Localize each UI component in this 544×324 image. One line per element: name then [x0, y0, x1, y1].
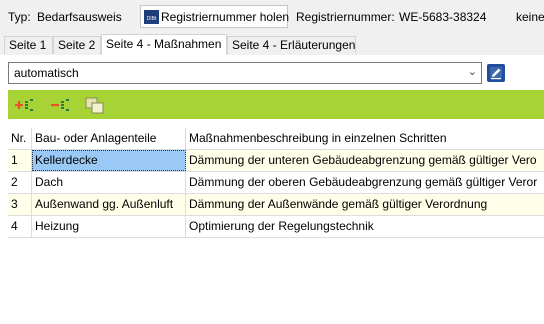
part-cell[interactable]: Dach	[32, 172, 186, 193]
tab-content: automatisch ⌄ Nr. Bau- oder Anlagenteile…	[0, 55, 544, 324]
tab-seite-4-erlaeuterungen[interactable]: Seite 4 - Erläuterungen	[227, 36, 356, 54]
header-bar: Typ: Bedarfsausweis DIBt Registriernumme…	[0, 0, 544, 34]
mode-select-value: automatisch	[14, 66, 79, 80]
row-number[interactable]: 2	[8, 172, 32, 193]
type-label: Typ:	[8, 10, 31, 24]
register-number-value: WE-5683-38324	[399, 10, 487, 24]
part-cell[interactable]: Kellerdecke	[32, 150, 186, 171]
description-cell[interactable]: Dämmung der unteren Gebäudeabgrenzung ge…	[186, 150, 544, 171]
row-number[interactable]: 1	[8, 150, 32, 171]
table-row[interactable]: 2 Dach Dämmung der oberen Gebäudeabgrenz…	[8, 172, 544, 194]
part-cell[interactable]: Heizung	[32, 216, 186, 237]
tab-seite-1[interactable]: Seite 1	[4, 36, 53, 54]
remove-row-icon[interactable]	[50, 96, 72, 114]
measures-table: Nr. Bau- oder Anlagenteile Maßnahmenbesc…	[8, 128, 544, 238]
description-cell[interactable]: Dämmung der Außenwände gemäß gültiger Ve…	[186, 194, 544, 215]
trailing-text: keine	[516, 10, 544, 24]
register-number-button[interactable]: DIBt Registriernummer holen	[140, 5, 290, 28]
column-header-description[interactable]: Maßnahmenbeschreibung in einzelnen Schri…	[186, 128, 544, 149]
part-cell[interactable]: Außenwand gg. Außenluft	[32, 194, 186, 215]
add-row-icon[interactable]	[14, 96, 36, 114]
table-row[interactable]: 3 Außenwand gg. Außenluft Dämmung der Au…	[8, 194, 544, 216]
type-value: Bedarfsausweis	[37, 10, 122, 24]
tab-seite-2[interactable]: Seite 2	[53, 36, 101, 54]
copy-icon[interactable]	[84, 96, 106, 114]
row-toolbar	[8, 90, 544, 119]
pencil-icon[interactable]	[487, 64, 505, 82]
column-header-part[interactable]: Bau- oder Anlagenteile	[32, 128, 186, 149]
mode-select[interactable]: automatisch ⌄	[8, 62, 482, 84]
table-row[interactable]: 4 Heizung Optimierung der Regelungstechn…	[8, 216, 544, 238]
tab-seite-4-massnahmen[interactable]: Seite 4 - Maßnahmen	[101, 34, 227, 56]
description-cell[interactable]: Optimierung der Regelungstechnik	[186, 216, 544, 237]
register-number-label: Registriernummer:	[296, 10, 395, 24]
description-cell[interactable]: Dämmung der oberen Gebäudeabgrenzung gem…	[186, 172, 544, 193]
dibt-logo-icon: DIBt	[144, 10, 159, 24]
row-number[interactable]: 3	[8, 194, 32, 215]
table-row[interactable]: 1 Kellerdecke Dämmung der unteren Gebäud…	[8, 150, 544, 172]
column-header-nr[interactable]: Nr.	[8, 128, 32, 149]
tab-bar: Seite 1 Seite 2 Seite 4 - Maßnahmen Seit…	[0, 34, 544, 56]
row-number[interactable]: 4	[8, 216, 32, 237]
table-header-row: Nr. Bau- oder Anlagenteile Maßnahmenbesc…	[8, 128, 544, 150]
register-button-label: Registriernummer holen	[161, 10, 290, 24]
chevron-down-icon: ⌄	[467, 66, 477, 78]
